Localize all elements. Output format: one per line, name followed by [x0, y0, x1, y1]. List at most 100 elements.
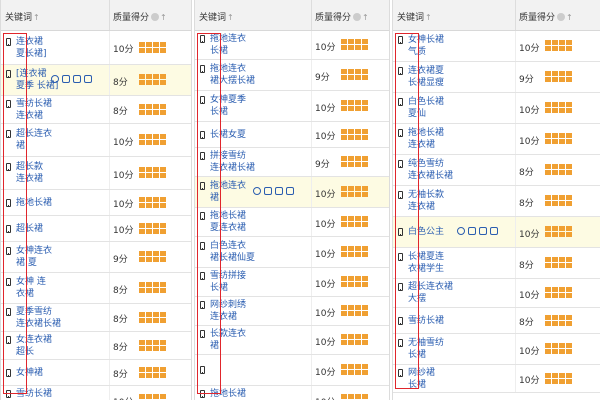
score-bar-cell — [139, 318, 145, 323]
keyword-column-header[interactable]: 关键词↑ — [199, 10, 234, 23]
quality-score: 8分 — [519, 318, 534, 328]
score-bar-cell — [355, 75, 361, 80]
sort-arrow-icon[interactable]: ↑ — [227, 13, 234, 22]
keyword-link[interactable]: 雪纺长裙夏仙 — [16, 388, 52, 400]
score-bar-cell — [355, 45, 361, 50]
score-bar-cell — [566, 321, 572, 326]
score-bar-cell — [153, 340, 159, 345]
keyword-link[interactable]: 白色公主 — [408, 226, 444, 238]
table-row: 雪纺长裙 连衣裙 8分 — [1, 96, 191, 124]
quality-column-header[interactable]: 质量得分 ↑ — [315, 10, 369, 23]
keyword-column-header[interactable]: 关键词↑ — [5, 10, 40, 23]
keyword-link[interactable]: 拼接雪纺 连衣裙长裙 — [210, 150, 255, 174]
score-bar-cell — [362, 45, 368, 50]
keyword-link[interactable]: 超长款 连衣裙 — [16, 161, 43, 185]
help-icon[interactable] — [557, 13, 566, 21]
keyword-link[interactable]: 白色长裙 夏仙 — [408, 96, 444, 120]
help-icon[interactable] — [151, 13, 160, 21]
score-bar-cell — [559, 379, 565, 384]
score-bar-cell — [362, 216, 368, 221]
keyword-link[interactable]: 女神 连衣裙 — [16, 276, 46, 300]
score-bars — [139, 197, 167, 209]
keyword-link[interactable]: 超长连衣裙 大摆 — [408, 281, 453, 305]
score-bar-cell — [552, 40, 558, 45]
keyword-link[interactable]: 女神连衣裙 夏 — [16, 245, 52, 269]
keyword-link[interactable]: 拖地长裙 连衣裙 — [408, 127, 444, 151]
quality-column-header[interactable]: 质量得分 ↑ — [113, 10, 167, 23]
keyword-link[interactable]: 长裙夏连 衣裙学生 — [408, 251, 444, 275]
edit-icon[interactable] — [253, 187, 261, 195]
keyword-link[interactable]: 连衣裙 夏长裙] — [16, 36, 47, 60]
keyword-link[interactable]: 雪纺长裙 — [408, 315, 444, 327]
mobile-icon — [398, 129, 403, 137]
keyword-line: 纯色雪纺 — [408, 159, 445, 169]
keyword-link[interactable]: 拖地长裙 夏连衣裙 — [210, 210, 246, 234]
score-bar-cell — [139, 197, 145, 202]
chart-icon[interactable] — [479, 227, 487, 235]
keyword-link[interactable]: 无袖长款 连衣裙 — [408, 189, 444, 213]
copy-icon[interactable] — [62, 75, 70, 83]
quality-score: 10分 — [315, 250, 336, 260]
help-icon[interactable] — [353, 13, 362, 21]
sort-arrow-icon[interactable]: ↑ — [33, 13, 40, 22]
quality-score: 10分 — [113, 171, 134, 181]
score-bar-cell — [153, 282, 159, 287]
keyword-link[interactable]: 连衣裙夏 长裙显瘦 — [408, 65, 444, 89]
sort-arrow-icon[interactable]: ↑ — [425, 13, 432, 22]
score-bar-cell — [566, 263, 572, 268]
score-bar-cell — [146, 346, 152, 351]
keyword-link[interactable]: 雪纺拼接 长裙 — [210, 270, 246, 294]
delete-icon[interactable] — [490, 227, 498, 235]
keyword-link[interactable]: 无袖雪纺 长裙 — [408, 337, 444, 361]
keyword-line: 长裙 — [408, 350, 427, 360]
score-bar-cell — [341, 39, 347, 44]
sort-arrow-icon[interactable]: ↑ — [362, 13, 369, 22]
quality-score: 10分 — [315, 132, 336, 142]
score-bar-cell — [552, 71, 558, 76]
keyword-link[interactable]: 长款连衣裙 — [210, 328, 246, 352]
keyword-link[interactable]: 女神夏季 长裙 — [210, 94, 246, 118]
keyword-link[interactable]: 女连衣裙 超长 — [16, 334, 52, 358]
keyword-link[interactable]: 拖地连衣 长裙 — [210, 33, 246, 57]
keyword-link[interactable]: 雪纺长裙 连衣裙 — [16, 98, 52, 122]
score-bar-cell — [552, 102, 558, 107]
sort-arrow-icon[interactable]: ↑ — [160, 13, 167, 22]
keyword-link[interactable]: 拖地连衣裙 — [210, 180, 246, 204]
keyword-line: 裙长裙仙夏 — [210, 253, 256, 263]
keyword-link[interactable]: 拖地长裙超长 — [210, 388, 246, 400]
keyword-link[interactable]: 女神长裙 气质 — [408, 34, 444, 58]
keyword-link[interactable]: 纯色雪纺 连衣裙长裙 — [408, 158, 453, 182]
delete-icon[interactable] — [286, 187, 294, 195]
keyword-panel-2: 关键词↑ 质量得分 ↑ 拖地连衣 长裙 10分 拖地连衣 裙大摆长裙 9分 女神夏季 长裙 10分 长裙… — [194, 0, 390, 400]
score-bar-cell — [559, 139, 565, 144]
keyword-column-header[interactable]: 关键词↑ — [397, 10, 432, 23]
score-bars — [341, 305, 369, 317]
keyword-link[interactable]: 网纱刺绣 连衣裙 — [210, 299, 246, 323]
copy-icon[interactable] — [468, 227, 476, 235]
keyword-link[interactable]: 女神裙 — [16, 367, 43, 379]
keyword-link[interactable]: 超长连衣裙 — [16, 128, 52, 152]
keyword-line: 长裙 — [210, 283, 229, 293]
keyword-link[interactable]: 超长裙 — [16, 223, 43, 235]
score-bars — [139, 340, 167, 352]
keyword-link[interactable]: 夏季雪纺 连衣裙长裙 — [16, 306, 61, 330]
score-bars — [545, 373, 573, 385]
edit-icon[interactable] — [457, 227, 465, 235]
keyword-link[interactable]: 白色连衣 裙长裙仙夏 — [210, 240, 255, 264]
delete-icon[interactable] — [84, 75, 92, 83]
sort-arrow-icon[interactable]: ↑ — [566, 13, 573, 22]
score-bar-cell — [552, 293, 558, 298]
copy-icon[interactable] — [264, 187, 272, 195]
chart-icon[interactable] — [275, 187, 283, 195]
keyword-link[interactable]: 长裙女夏 — [210, 129, 246, 141]
chart-icon[interactable] — [73, 75, 81, 83]
score-bar-cell — [160, 367, 166, 372]
quality-score: 10分 — [113, 45, 134, 55]
keyword-link[interactable]: 网纱裙 长裙 — [408, 367, 435, 391]
table-row: [连衣裙 夏季 长裙] 8分 — [1, 65, 191, 96]
edit-icon[interactable] — [51, 75, 59, 83]
keyword-link[interactable]: 拖地连衣 裙大摆长裙 — [210, 63, 255, 87]
quality-column-header[interactable]: 质量得分 ↑ — [519, 10, 573, 23]
keyword-link[interactable]: 拖地长裙 — [16, 197, 52, 209]
score-bar-cell — [362, 162, 368, 167]
